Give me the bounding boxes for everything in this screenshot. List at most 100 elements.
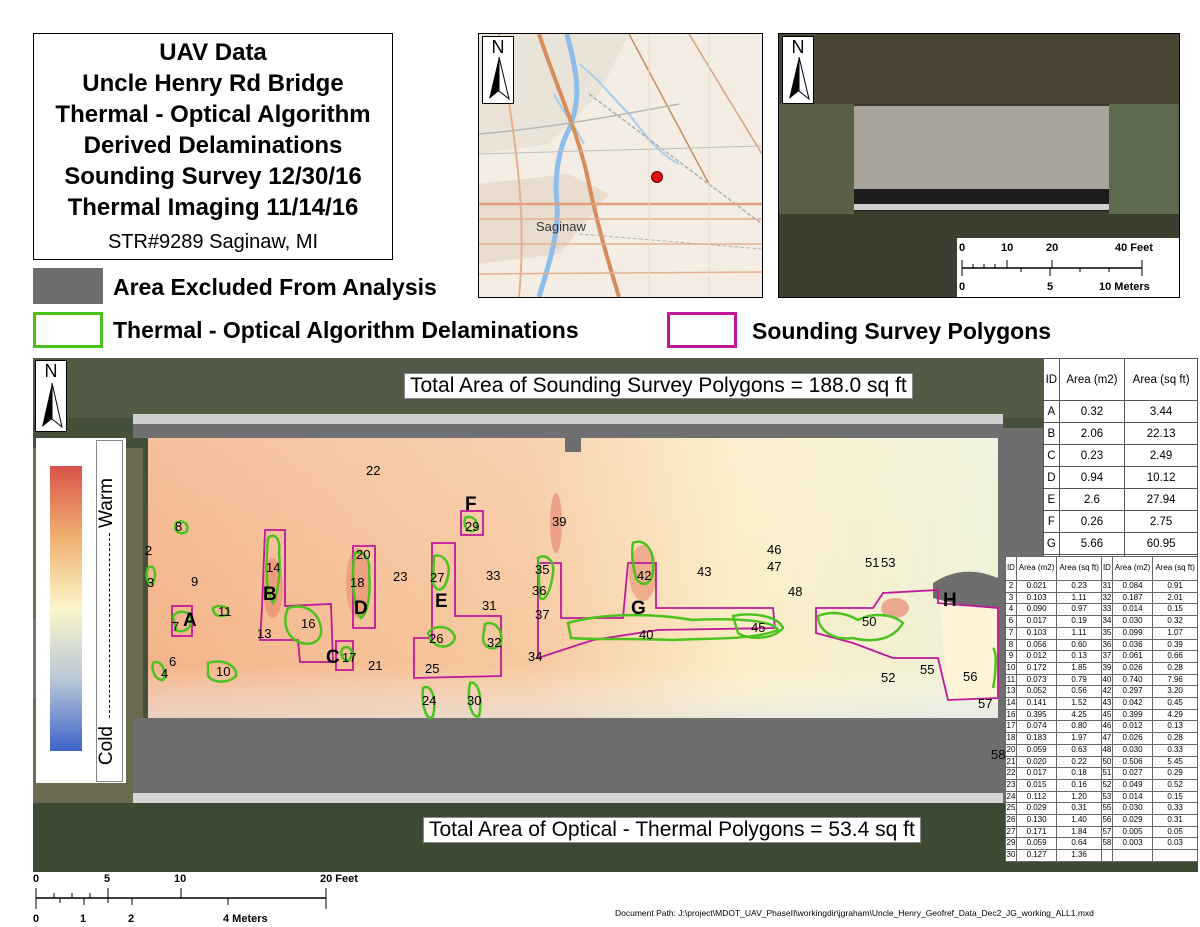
table-row: 22 0.017 0.18 51 0.027 0.29 [1005, 767, 1198, 780]
table-row: 27 0.171 1.84 57 0.005 0.05 [1005, 825, 1198, 839]
total-sounding-area: Total Area of Sounding Survey Polygons =… [404, 373, 913, 399]
table-cell: 14 [1005, 697, 1017, 710]
table-cell: 0.32 [1058, 400, 1126, 423]
structure-subtitle: STR#9289 Saginaw, MI [107, 231, 319, 253]
table-row: 18 0.183 1.97 47 0.026 0.28 [1005, 732, 1198, 745]
table-cell [1111, 849, 1154, 862]
table-cell: 1.40 [1056, 814, 1102, 827]
scale-tick-label: 0 [959, 242, 966, 254]
legend-swatch-thermal-optical [33, 312, 103, 348]
scale-tick-label: 5 [104, 873, 111, 885]
table-cell: 4.29 [1152, 708, 1198, 722]
sounding-label: B [263, 584, 277, 605]
table-cell [1152, 849, 1198, 862]
table-cell: 3 [1005, 591, 1017, 605]
table-cell: 1.11 [1056, 626, 1102, 640]
table-cell: 35 [1100, 626, 1113, 640]
title-line: Uncle Henry Rd Bridge [82, 70, 344, 97]
polygon-id-label: 30 [467, 693, 482, 708]
table-cell: 0.91 [1152, 580, 1198, 593]
table-cell: 52 [1100, 778, 1113, 792]
city-label: Saginaw [536, 219, 586, 234]
table-cell: E [1043, 488, 1060, 511]
table-cell: 0.042 [1111, 697, 1154, 710]
table-cell: 5.45 [1152, 755, 1198, 769]
map-title-block: UAV Data Uncle Henry Rd Bridge Thermal -… [33, 33, 393, 260]
table-cell: 0.172 [1015, 661, 1058, 675]
table-row: 30 0.127 1.36 [1005, 849, 1198, 862]
polygon-id-label: 51 [865, 555, 880, 570]
table-cell: 0.141 [1015, 697, 1058, 710]
polygon-id-label: 36 [532, 583, 547, 598]
table-cell: 31 [1100, 580, 1113, 593]
table-cell: 2.6 [1058, 488, 1126, 511]
sounding-label: H [943, 590, 957, 611]
table-cell: 4 [1005, 603, 1017, 617]
table-cell: 0.183 [1015, 732, 1058, 745]
table-cell: 27 [1005, 825, 1017, 839]
table-cell: 27.94 [1124, 488, 1198, 511]
scale-tick-label: 40 Feet [1115, 242, 1153, 254]
table-row: D 0.94 10.12 [1043, 466, 1198, 489]
polygon-id-label: 43 [697, 564, 712, 579]
table-cell: 0.036 [1111, 638, 1154, 652]
table-cell: 57 [1100, 825, 1113, 839]
table-cell: 0.64 [1056, 837, 1102, 851]
document-path: Document Path: J:\project\MDOT_UAV_Phase… [615, 908, 1094, 918]
table-cell: 60.95 [1124, 532, 1198, 555]
table-cell: 0.015 [1015, 778, 1058, 792]
table-cell: 1.52 [1056, 697, 1102, 710]
table-row: 11 0.073 0.79 40 0.740 7.96 [1005, 673, 1198, 687]
table-cell: 18 [1005, 732, 1017, 745]
table-cell: 42 [1100, 685, 1113, 699]
table-cell: 34 [1100, 615, 1113, 628]
table-row: 13 0.052 0.56 42 0.297 3.20 [1005, 685, 1198, 699]
table-row: 10 0.172 1.85 39 0.026 0.28 [1005, 661, 1198, 675]
north-arrow-icon: N [782, 36, 814, 104]
locator-map: Saginaw N [478, 33, 763, 298]
table-cell: 0.099 [1111, 626, 1154, 640]
scale-tick-label: 0 [33, 873, 40, 885]
table-cell: 0.017 [1015, 767, 1058, 780]
table-cell: 2 [1005, 580, 1017, 593]
table-cell: 0.15 [1152, 603, 1198, 617]
table-row: 21 0.020 0.22 50 0.506 5.45 [1005, 755, 1198, 769]
table-cell: 6 [1005, 615, 1017, 628]
scale-tick-label: 0 [959, 281, 966, 293]
table-cell: 0.130 [1015, 814, 1058, 827]
title-line: Derived Delaminations [83, 132, 343, 159]
scale-tick-label: 20 Feet [320, 873, 358, 885]
sounding-area-table-body: A 0.32 3.44 B 2.06 22.13 C 0.23 2.49 D 0.94 10.12 E 2… [1043, 400, 1198, 577]
polygon-id-label: 57 [978, 696, 993, 711]
polygon-id-label: 10 [216, 664, 231, 679]
table-cell: 40 [1100, 673, 1113, 687]
table-row: 9 0.012 0.13 37 0.061 0.66 [1005, 650, 1198, 663]
table-row: 24 0.112 1.20 53 0.014 0.15 [1005, 790, 1198, 804]
table-cell: 0.027 [1111, 767, 1154, 780]
table-cell: 0.45 [1152, 697, 1198, 710]
table-cell: 13 [1005, 685, 1017, 699]
table-cell [1100, 849, 1113, 862]
table-cell: 0.187 [1111, 591, 1154, 605]
table-cell: 0.112 [1015, 790, 1058, 804]
polygon-id-label: 8 [175, 519, 183, 534]
table-cell: 0.56 [1056, 685, 1102, 699]
table-cell: 29 [1005, 837, 1017, 851]
polygon-id-label: 46 [767, 542, 782, 557]
table-cell: 20 [1005, 743, 1017, 757]
table-cell: 0.18 [1056, 767, 1102, 780]
delamination-area-table: ID Area (m2) Area (sq ft) ID Area (m2) A… [1005, 556, 1198, 862]
table-header: Area (sq ft) [1124, 358, 1198, 401]
table-cell: 2.75 [1124, 510, 1198, 533]
table-cell: 22.13 [1124, 422, 1198, 445]
table-cell: 0.13 [1056, 650, 1102, 663]
polygon-id-label: 34 [528, 649, 543, 664]
polygon-id-label: 2 [145, 543, 153, 558]
scale-tick-label: 0 [33, 913, 40, 925]
table-cell: 0.014 [1111, 603, 1154, 617]
polygon-id-label: 18 [350, 575, 365, 590]
polygon-id-label: 40 [639, 627, 654, 642]
polygon-id-label: 47 [767, 559, 782, 574]
table-cell: 0.52 [1152, 778, 1198, 792]
table-cell: 0.012 [1015, 650, 1058, 663]
